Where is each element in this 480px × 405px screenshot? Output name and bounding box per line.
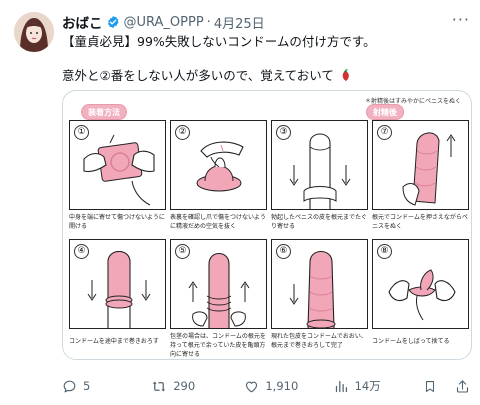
step-number: ① bbox=[74, 125, 89, 140]
step-number: ⑤ bbox=[175, 244, 190, 259]
view-count: 14万 bbox=[354, 379, 381, 393]
step-5-caption: 包茎の場合は、コンドームの根元を持って根元で余っていた皮を亀頭方向に寄せる bbox=[170, 333, 266, 358]
reply-icon bbox=[63, 380, 76, 392]
like-count: 1,910 bbox=[265, 379, 299, 393]
repost-button[interactable]: 290 bbox=[151, 379, 244, 394]
bookmark-icon bbox=[425, 380, 435, 392]
avatar[interactable] bbox=[14, 12, 54, 52]
step-number: ⑥ bbox=[276, 244, 291, 259]
step-3-panel: ③ bbox=[271, 120, 368, 210]
step-2: ② 表裏を確認し爪で傷をつけないように精液だめの空気を抜く bbox=[170, 120, 267, 247]
like-button[interactable]: 1,910 bbox=[244, 379, 333, 394]
step-6: ⑥ 現れた包皮をコンドームでおおい、根元まで巻きおろして完了 bbox=[271, 239, 368, 359]
reply-button[interactable]: 5 bbox=[62, 379, 151, 394]
step-2-panel: ② bbox=[170, 120, 267, 210]
bookmark-button[interactable] bbox=[423, 379, 437, 394]
step-5: ⑤ 包茎の場合は、コンドームの根元を持って根元で余っていた皮を亀頭方向に寄せる bbox=[170, 239, 267, 359]
step-1-caption: 中身を端に寄せて傷つけないように開ける bbox=[69, 214, 165, 230]
step-6-caption: 現れた包皮をコンドームでおおい、根元まで巻きおろして完了 bbox=[271, 333, 367, 349]
step-1-panel: ① bbox=[69, 120, 166, 210]
separator-dot: · bbox=[206, 14, 211, 30]
heart-icon bbox=[246, 381, 258, 392]
repost-icon bbox=[152, 381, 166, 391]
step-3: ③ 勃起したペニスの皮を根元までたぐり寄せる bbox=[271, 120, 368, 247]
step-4: ④ コンドームを途中まで巻きおろす bbox=[69, 239, 166, 359]
step-1: 装着方法 ① 中身を端に寄せて傷つけないように開ける bbox=[69, 104, 166, 247]
step-7-panel: ⑦ bbox=[372, 120, 469, 210]
step-8: ⑧ コンドームをしばって捨てる bbox=[372, 239, 469, 359]
action-bar: 5 290 1,910 14万 bbox=[62, 376, 470, 396]
tweet-text-line-2-body: 意外と②番をしない人が多いので、覚えておいて bbox=[62, 68, 334, 83]
verified-badge-icon bbox=[106, 15, 120, 29]
pepper-emoji-icon bbox=[340, 69, 352, 86]
display-name[interactable]: おばこ bbox=[62, 12, 103, 32]
step-8-caption: コンドームをしばって捨てる bbox=[372, 338, 450, 345]
share-icon bbox=[456, 379, 469, 393]
user-handle[interactable]: @URA_OPPP bbox=[124, 15, 204, 30]
step-number: ③ bbox=[276, 125, 291, 140]
step-8-panel: ⑧ bbox=[372, 239, 469, 329]
post-date[interactable]: 4月25日 bbox=[214, 13, 265, 32]
step-3-caption: 勃起したペニスの皮を根元までたぐり寄せる bbox=[271, 214, 368, 230]
tweet-header: おばこ @URA_OPPP · 4月25日 bbox=[62, 12, 470, 33]
reply-count: 5 bbox=[83, 379, 91, 393]
bar-chart-icon bbox=[335, 380, 347, 392]
more-options-icon[interactable]: ··· bbox=[452, 12, 470, 28]
step-7: 射精後 ⑦ 根元でコンドームを押さえながらペニスをぬく bbox=[366, 104, 469, 247]
step-2-caption: 表裏を確認し爪で傷をつけないように精液だめの空気を抜く bbox=[170, 214, 266, 230]
step-number: ② bbox=[175, 125, 190, 140]
banner-right: 射精後 bbox=[366, 104, 404, 120]
step-4-panel: ④ bbox=[69, 239, 166, 329]
views-button[interactable]: 14万 bbox=[334, 378, 417, 394]
tweet-text-line-1: 【童貞必見】99%失敗しないコンドームの付け方です。 bbox=[62, 34, 376, 49]
step-6-panel: ⑥ bbox=[271, 239, 368, 329]
step-number: ④ bbox=[74, 244, 89, 259]
step-number: ⑦ bbox=[377, 125, 392, 140]
tweet-image[interactable]: ＊射精後はすみやかにペニスをぬく 装着方法 ① 中身を端に寄せて傷つけないように… bbox=[62, 90, 472, 360]
share-button[interactable] bbox=[455, 379, 470, 394]
step-number: ⑧ bbox=[377, 244, 392, 259]
banner-left: 装着方法 bbox=[81, 104, 127, 120]
tweet-text-line-2: 意外と②番をしない人が多いので、覚えておいて bbox=[62, 67, 470, 86]
repost-count: 290 bbox=[173, 379, 196, 393]
step-5-panel: ⑤ bbox=[170, 239, 267, 329]
step-7-caption: 根元でコンドームを押さえながらペニスをぬく bbox=[372, 214, 468, 230]
step-4-caption: コンドームを途中まで巻きおろす bbox=[69, 338, 159, 345]
avatar-image bbox=[14, 12, 54, 52]
